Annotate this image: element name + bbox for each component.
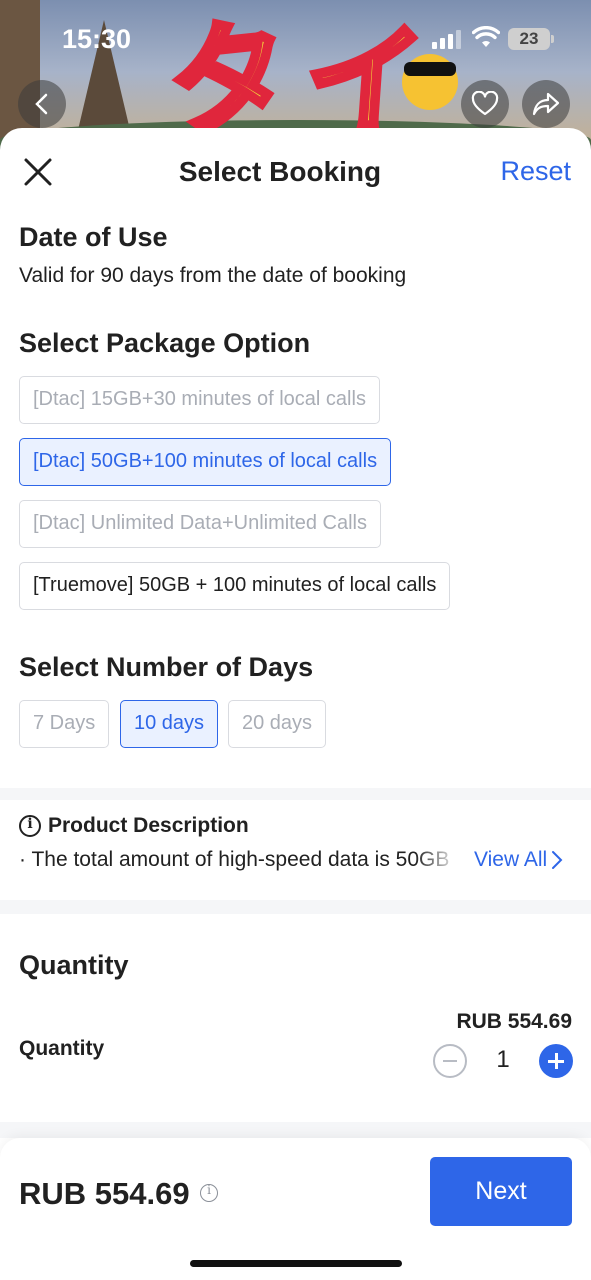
- view-all-label: View All: [474, 848, 548, 871]
- price-info-icon[interactable]: [200, 1183, 218, 1202]
- heart-icon: [471, 91, 499, 116]
- days-option-label: 10 days: [134, 712, 205, 734]
- package-option[interactable]: [Truemove] 50GB + 100 minutes of local c…: [19, 562, 451, 610]
- days-option-label: 20 days: [242, 712, 313, 734]
- package-option-label: [Dtac] 50GB+100 minutes of local calls: [33, 450, 378, 472]
- sheet-header: Select Booking Reset: [0, 128, 591, 218]
- checkout-footer: RUB 554.69 Next: [0, 1138, 591, 1280]
- view-all-link[interactable]: View All: [474, 848, 563, 872]
- product-description-text: · The total amount of high-speed data is…: [19, 848, 450, 871]
- package-option-label: [Truemove] 50GB + 100 minutes of local c…: [33, 574, 437, 596]
- section-divider: [0, 788, 591, 800]
- days-option-label: 7 Days: [33, 712, 96, 734]
- product-description-label: Product Description: [48, 814, 249, 837]
- package-option[interactable]: [Dtac] 50GB+100 minutes of local calls: [19, 438, 392, 486]
- share-button[interactable]: [522, 80, 570, 128]
- increase-quantity-button[interactable]: [539, 1044, 573, 1078]
- product-description-title: Product Description: [19, 814, 249, 838]
- section-divider: [0, 900, 591, 914]
- status-bar: 15:30 23: [0, 0, 591, 80]
- reset-button[interactable]: Reset: [500, 156, 571, 187]
- section-divider: [0, 1122, 591, 1138]
- package-option[interactable]: [Dtac] 15GB+30 minutes of local calls: [19, 376, 380, 424]
- package-option[interactable]: [Dtac] Unlimited Data+Unlimited Calls: [19, 500, 382, 548]
- back-icon: [35, 93, 48, 115]
- favorite-button[interactable]: [461, 80, 509, 128]
- back-button[interactable]: [18, 80, 66, 128]
- battery-icon: 23: [508, 28, 550, 50]
- cellular-signal-icon: [432, 30, 461, 49]
- booking-sheet: Select Booking Reset Date of Use Valid f…: [0, 128, 591, 1280]
- package-option-label: [Dtac] Unlimited Data+Unlimited Calls: [33, 512, 368, 534]
- quantity-stepper: 1: [433, 1044, 573, 1078]
- package-option-title: Select Package Option: [19, 328, 311, 358]
- share-icon: [532, 92, 560, 116]
- quantity-heading: Quantity: [19, 950, 129, 980]
- quantity-value: 1: [496, 1046, 510, 1073]
- next-button[interactable]: Next: [430, 1157, 572, 1226]
- date-of-use-title: Date of Use: [19, 222, 168, 252]
- days-option[interactable]: 10 days: [120, 700, 219, 748]
- package-option-label: [Dtac] 15GB+30 minutes of local calls: [33, 388, 366, 410]
- days-option[interactable]: 20 days: [228, 700, 327, 748]
- info-icon: [19, 815, 41, 837]
- number-of-days-title: Select Number of Days: [19, 652, 314, 682]
- decrease-quantity-button[interactable]: [433, 1044, 467, 1078]
- unit-price: RUB 554.69: [456, 1010, 572, 1033]
- status-time: 15:30: [62, 24, 132, 54]
- home-indicator: [190, 1260, 402, 1267]
- date-of-use-subtitle: Valid for 90 days from the date of booki…: [19, 264, 407, 287]
- quantity-label: Quantity: [19, 1037, 105, 1060]
- days-option[interactable]: 7 Days: [19, 700, 110, 748]
- battery-tip: [551, 35, 554, 43]
- total-price: RUB 554.69: [19, 1176, 190, 1211]
- sheet-title: Select Booking: [178, 156, 382, 187]
- wifi-icon: [471, 25, 501, 53]
- chevron-right-icon: [552, 851, 563, 869]
